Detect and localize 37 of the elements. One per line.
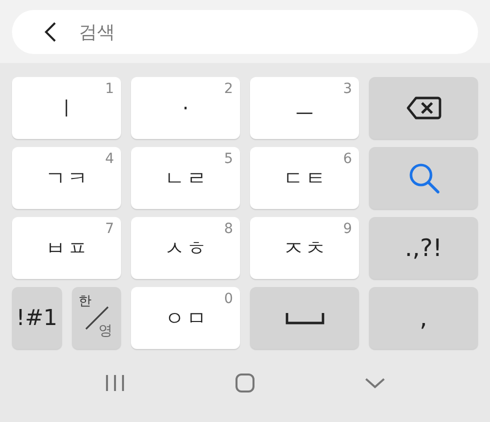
key-number: 9	[343, 221, 352, 237]
recent-apps-icon[interactable]	[105, 373, 125, 393]
key[interactable]: ㅂㅍ 7	[12, 217, 121, 279]
language-label: 영	[98, 322, 112, 340]
key[interactable]: ㅡ 3	[250, 77, 359, 139]
language-key[interactable]: 한 영	[72, 287, 121, 349]
symbol-key[interactable]: .,?!	[369, 217, 478, 279]
key[interactable]: · 2	[131, 77, 240, 139]
key-number: 3	[343, 81, 352, 97]
key-number: 7	[105, 221, 114, 237]
key[interactable]: ㄴㄹ 5	[131, 147, 240, 209]
language-label: 한	[78, 293, 92, 310]
back-icon[interactable]	[43, 21, 57, 43]
key[interactable]: ㅈㅊ 9	[250, 217, 359, 279]
key-number: 2	[224, 81, 233, 97]
backspace-key[interactable]	[369, 77, 478, 139]
search-key[interactable]	[369, 147, 478, 209]
space-icon	[284, 311, 324, 325]
home-icon[interactable]	[235, 373, 255, 393]
symbols-mode-key[interactable]: !#1	[12, 287, 62, 349]
key[interactable]: ㅅㅎ 8	[131, 217, 240, 279]
key-number: 4	[105, 151, 114, 167]
search-bar[interactable]: 검색	[12, 10, 478, 54]
key-number: 5	[224, 151, 233, 167]
space-key[interactable]	[250, 287, 359, 349]
key-number: 8	[224, 221, 233, 237]
backspace-icon	[406, 95, 442, 121]
symbol-key[interactable]: ,	[369, 287, 478, 349]
key[interactable]: ㅇㅁ 0	[131, 287, 240, 349]
key-number: 1	[105, 81, 114, 97]
chevron-down-icon[interactable]	[364, 376, 386, 390]
key[interactable]: ㅣ 1	[12, 77, 121, 139]
search-icon	[406, 161, 440, 195]
key[interactable]: ㄱㅋ 4	[12, 147, 121, 209]
key-number: 6	[343, 151, 352, 167]
key-number: 0	[224, 291, 233, 307]
key[interactable]: ㄷㅌ 6	[250, 147, 359, 209]
